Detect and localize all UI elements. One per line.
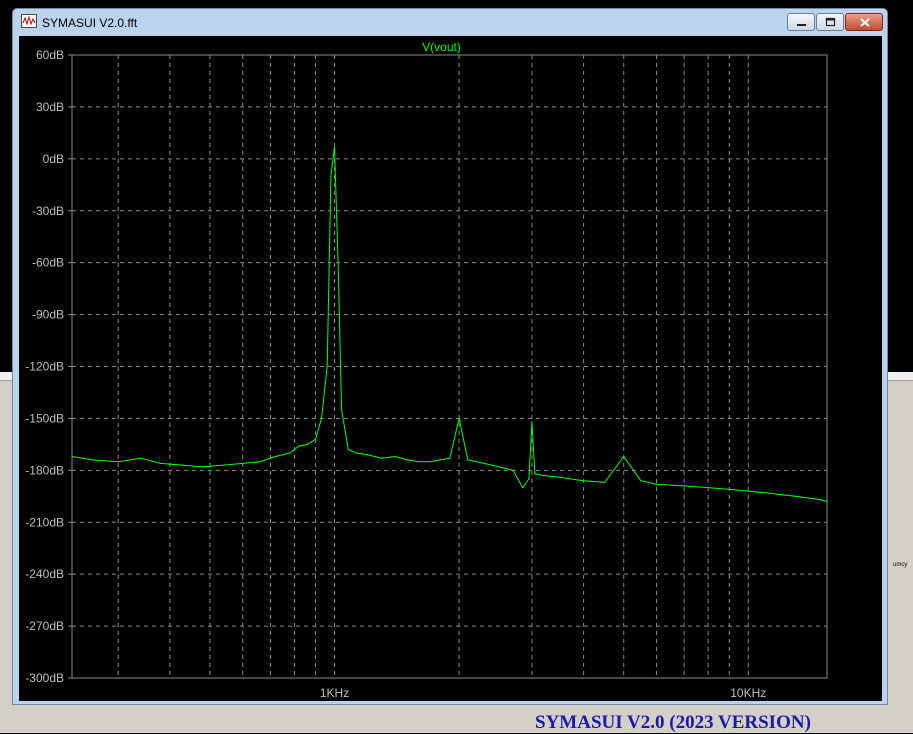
trace-point — [289, 452, 291, 454]
plot-area[interactable]: 60dB 30dB 0dB -30dB -60dB -90dB -120dB -150dB -1… — [19, 36, 882, 701]
trace-point — [640, 480, 642, 482]
trace-point — [522, 487, 524, 489]
y-tick-label: -60dB — [32, 256, 64, 270]
trace-point — [160, 462, 162, 465]
trace-point — [91, 459, 94, 461]
y-tick-label: -30dB — [32, 204, 64, 218]
trace-point — [320, 417, 323, 420]
trace-line — [71, 146, 828, 502]
trace-point — [780, 493, 782, 496]
y-tick-label: -150dB — [25, 411, 64, 425]
trace-point — [298, 445, 300, 447]
window-title: SYMASUI V2.0.fft — [42, 16, 138, 30]
trace-point — [242, 462, 244, 465]
close-icon — [860, 18, 870, 27]
waveform-icon — [21, 14, 37, 28]
trace-point — [274, 455, 277, 458]
x-tick-label: 10KHz — [730, 686, 766, 700]
trace-point — [259, 461, 261, 463]
y-tick-label: -210dB — [25, 515, 64, 529]
trace-point — [381, 457, 383, 459]
trace-point — [223, 464, 225, 466]
trace-point — [71, 455, 73, 458]
trace-point — [531, 421, 533, 423]
trace-point — [528, 478, 530, 480]
maximize-icon — [825, 17, 836, 27]
trace-point — [467, 459, 469, 461]
trace-point — [820, 499, 822, 501]
trace-point — [202, 466, 204, 468]
trace-point — [655, 483, 658, 485]
trace-point — [559, 476, 561, 478]
trace-point — [117, 461, 119, 463]
trace-point — [683, 485, 685, 487]
trace-point — [337, 262, 339, 264]
y-tick-label: -90dB — [32, 308, 64, 322]
trace-point — [330, 175, 332, 177]
trace-point — [333, 146, 336, 148]
trace-point — [826, 500, 828, 503]
trace-point — [604, 481, 606, 484]
y-tick-label: -300dB — [25, 671, 64, 685]
trace-point — [623, 455, 625, 458]
trace-point — [458, 417, 460, 420]
x-tick-label: 1KHz — [320, 686, 349, 700]
trace-point — [340, 409, 343, 411]
chart-title: V(vout) — [422, 40, 461, 54]
maximize-button[interactable] — [816, 13, 844, 31]
title-bar[interactable]: SYMASUI V2.0.fft — [13, 9, 887, 36]
trace-point — [498, 466, 500, 468]
trace-point — [583, 480, 585, 482]
y-tick-label: -120dB — [25, 360, 64, 374]
trace-point — [747, 490, 749, 492]
y-tick-label: 60dB — [36, 48, 64, 62]
trace-point — [314, 438, 317, 440]
trace-point — [794, 495, 796, 497]
trace-point — [449, 457, 451, 459]
caption-text: SYMASUI V2.0 (2023 VERSION) — [535, 712, 811, 733]
trace-point — [140, 457, 142, 459]
y-tick-label: 30dB — [36, 100, 64, 114]
trace-point — [534, 473, 536, 475]
y-tick-label: -240dB — [25, 567, 64, 581]
trace-point — [808, 497, 810, 499]
trace-point — [542, 474, 545, 477]
close-button[interactable] — [845, 13, 883, 31]
y-tick-label: -270dB — [25, 619, 64, 633]
trace-point — [764, 492, 766, 494]
y-tick-label: 0dB — [43, 152, 64, 166]
y-tick-label: -180dB — [25, 463, 64, 477]
trace-point — [429, 461, 431, 463]
trace-point — [728, 488, 730, 490]
trace-point — [326, 365, 328, 368]
trace-point — [355, 452, 358, 454]
trace-point — [394, 455, 396, 458]
minimize-icon — [797, 24, 806, 26]
background-label: umcy — [893, 562, 908, 568]
trace-point — [439, 459, 441, 461]
trace-point — [418, 461, 420, 463]
trace-point — [347, 448, 349, 451]
trace-point — [483, 462, 485, 465]
minimize-button[interactable] — [787, 13, 815, 31]
trace-point — [406, 459, 408, 461]
fft-chart[interactable]: 60dB 30dB 0dB -30dB -60dB -90dB -120dB -150dB -1… — [19, 36, 882, 701]
trace-point — [366, 454, 368, 456]
trace-point — [707, 487, 709, 489]
trace-point — [306, 443, 309, 445]
fft-window[interactable]: SYMASUI V2.0.fft 60dB 30dB 0dB -30dB -60dB -9… — [12, 8, 888, 705]
trace-point — [182, 464, 184, 466]
trace-point — [512, 469, 514, 471]
